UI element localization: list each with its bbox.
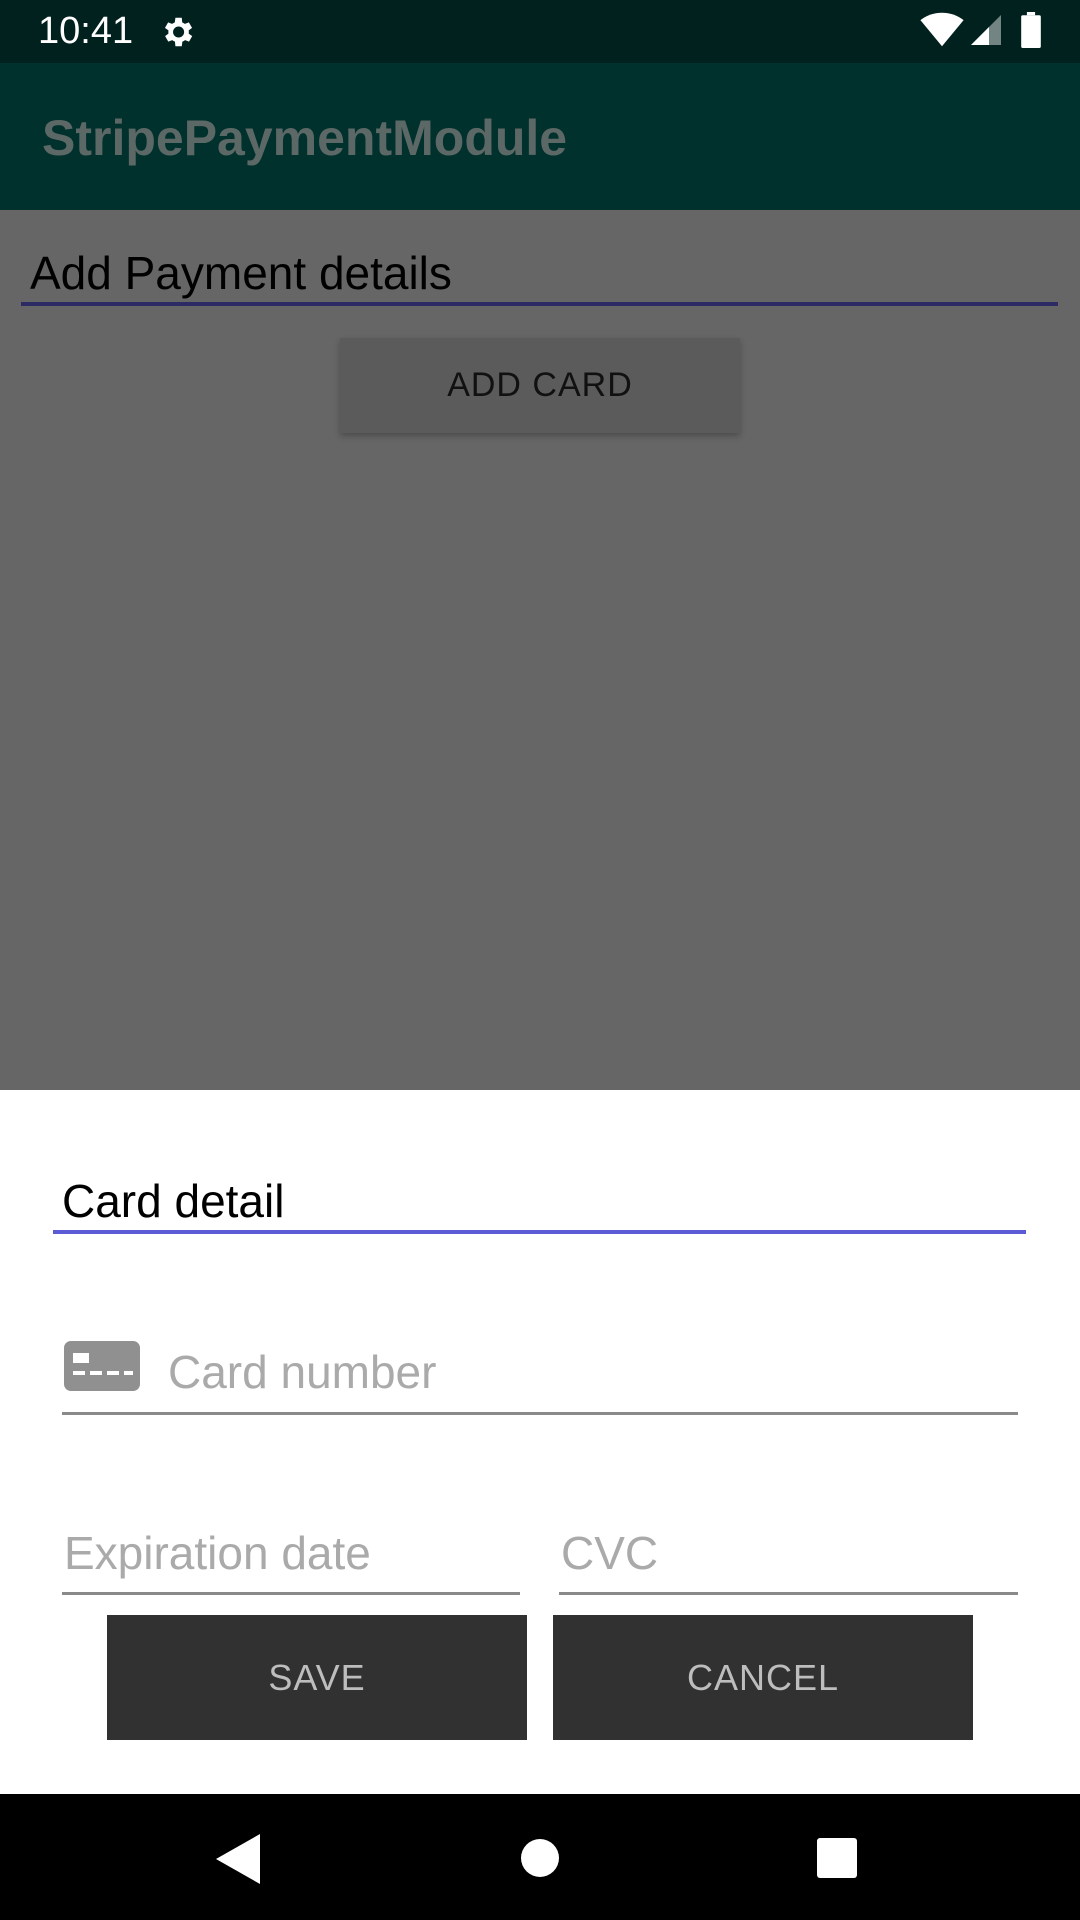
save-button[interactable]: SAVE xyxy=(107,1615,527,1740)
status-bar: 10:41 xyxy=(0,0,1080,63)
cvc-placeholder: CVC xyxy=(561,1527,659,1579)
cancel-button[interactable]: CANCEL xyxy=(553,1615,973,1740)
expiration-date-input[interactable]: Expiration date xyxy=(62,1520,520,1595)
cvc-input[interactable]: CVC xyxy=(559,1520,1018,1595)
expiration-date-placeholder: Expiration date xyxy=(64,1527,371,1579)
app-bar: StripePaymentModule xyxy=(0,63,1080,210)
payment-details-text: Add Payment details xyxy=(30,247,452,299)
add-card-button[interactable]: ADD CARD xyxy=(340,338,740,433)
cell-signal-icon xyxy=(971,15,1001,45)
app-title: StripePaymentModule xyxy=(42,110,568,166)
status-time: 10:41 xyxy=(38,10,134,52)
wifi-icon xyxy=(920,12,964,47)
payment-details-input[interactable]: Add Payment details xyxy=(21,240,1058,306)
back-icon[interactable] xyxy=(216,1834,260,1884)
home-icon[interactable] xyxy=(520,1838,560,1878)
credit-card-icon xyxy=(64,1341,140,1391)
navigation-bar xyxy=(0,1794,1080,1920)
card-number-input[interactable]: Card number xyxy=(62,1335,1018,1415)
battery-icon xyxy=(1021,12,1041,48)
card-detail-dialog: Card detail Card number Expiration date … xyxy=(0,1090,1080,1794)
card-number-placeholder: Card number xyxy=(168,1346,437,1398)
card-detail-input[interactable]: Card detail xyxy=(53,1170,1026,1234)
card-detail-text: Card detail xyxy=(62,1175,285,1227)
recents-icon[interactable] xyxy=(817,1838,857,1878)
gear-icon xyxy=(164,17,193,47)
main-content: Add Payment details ADD CARD xyxy=(0,210,1080,1090)
